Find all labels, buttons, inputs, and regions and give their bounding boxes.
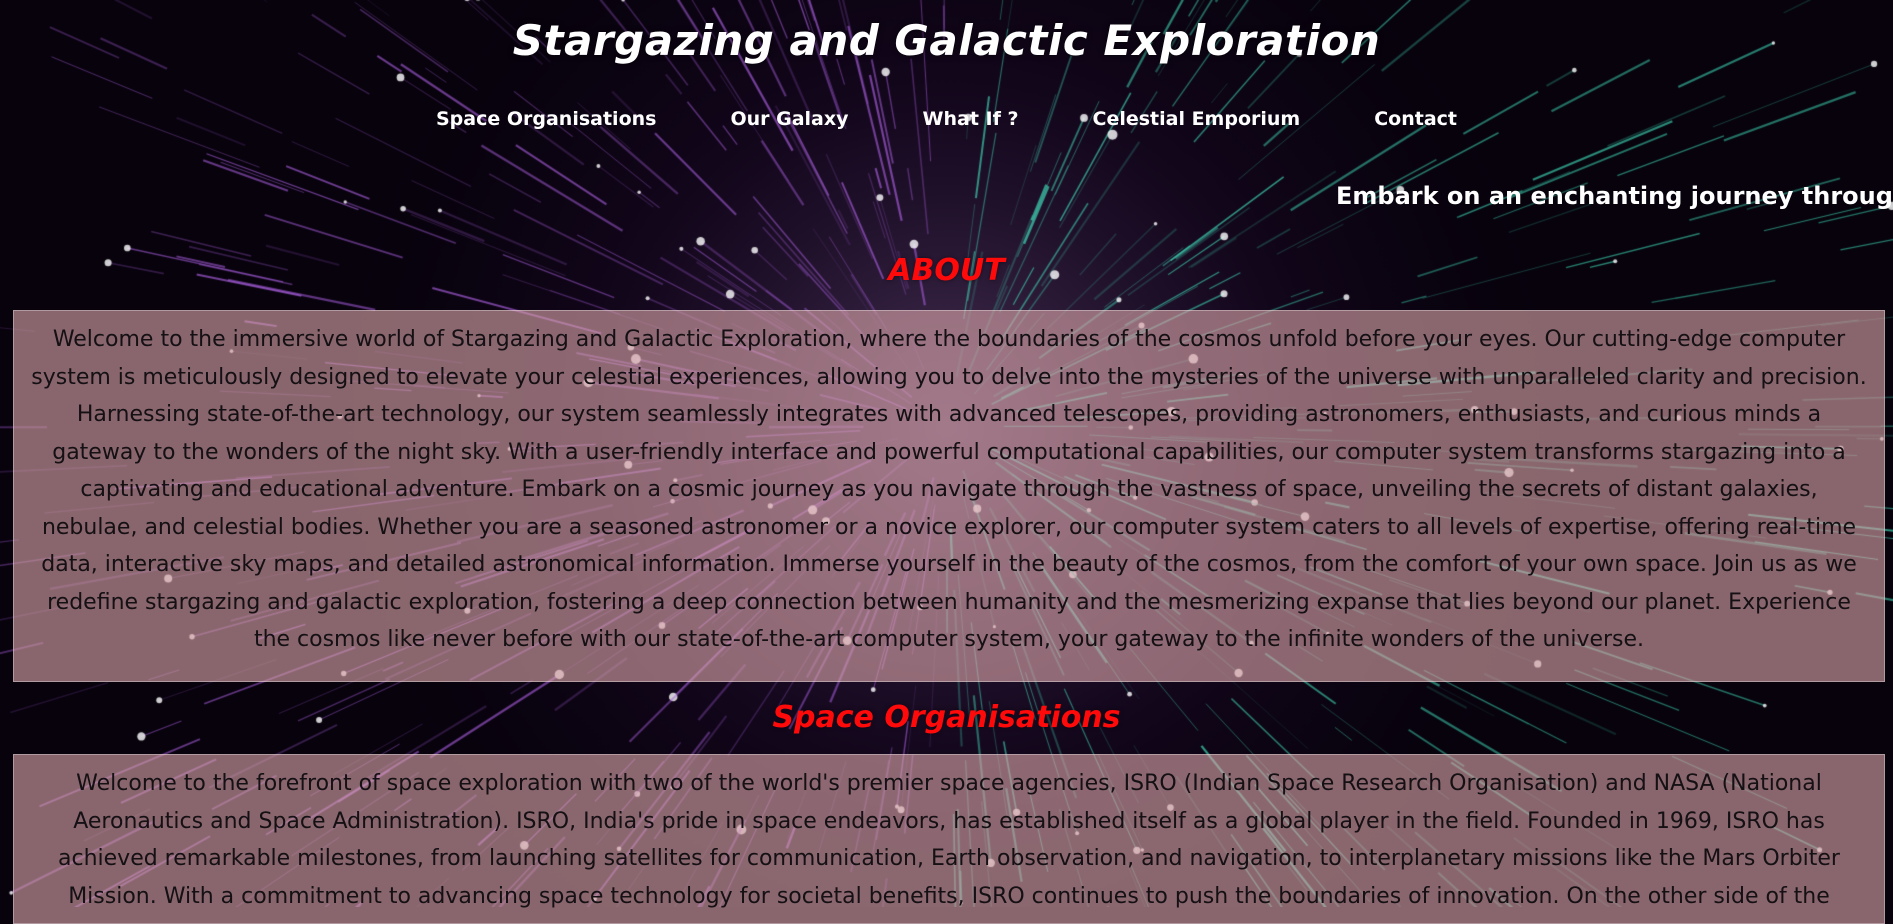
nav-space-organisations[interactable]: Space Organisations bbox=[436, 108, 656, 130]
site-title: Stargazing and Galactic Exploration bbox=[512, 16, 1381, 65]
about-panel: Welcome to the immersive world of Starga… bbox=[13, 310, 1885, 682]
about-body-text: Welcome to the immersive world of Starga… bbox=[31, 327, 1867, 652]
marquee-text: Embark on an enchanting journey through … bbox=[1336, 182, 1893, 210]
scrolling-marquee: Embark on an enchanting journey through … bbox=[0, 182, 1893, 218]
nav-what-if[interactable]: What If ? bbox=[923, 108, 1019, 130]
space-organisations-heading: Space Organisations bbox=[772, 700, 1121, 735]
nav-our-galaxy[interactable]: Our Galaxy bbox=[730, 108, 848, 130]
main-nav: Space Organisations Our Galaxy What If ?… bbox=[0, 108, 1893, 130]
nav-celestial-emporium[interactable]: Celestial Emporium bbox=[1093, 108, 1301, 130]
nav-contact[interactable]: Contact bbox=[1374, 108, 1457, 130]
space-organisations-body-text: Welcome to the forefront of space explor… bbox=[58, 771, 1840, 909]
about-heading: ABOUT bbox=[888, 253, 1005, 288]
space-organisations-panel: Welcome to the forefront of space explor… bbox=[13, 754, 1885, 924]
